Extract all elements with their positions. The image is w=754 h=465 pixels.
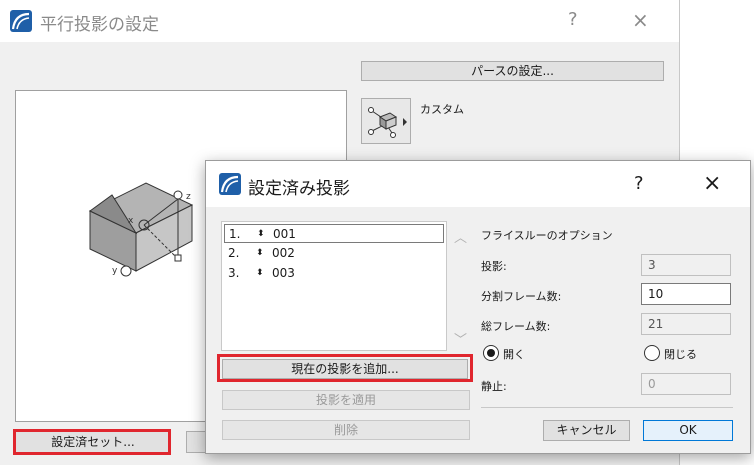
reorder-icon[interactable]: ⬍ bbox=[256, 244, 264, 263]
background-button-partial[interactable] bbox=[186, 431, 206, 453]
list-item[interactable]: 1. ⬍ 001 bbox=[224, 224, 444, 243]
total-frames-field: 21 bbox=[641, 313, 731, 335]
list-item-index: 2. bbox=[228, 246, 240, 260]
list-item[interactable]: 3. ⬍ 003 bbox=[224, 264, 444, 283]
camera-mode-button[interactable] bbox=[361, 98, 411, 144]
flythrough-options-heading: フライスルーのオプション bbox=[481, 229, 613, 242]
list-item[interactable]: 2. ⬍ 002 bbox=[224, 244, 444, 263]
division-frames-label: 分割フレーム数: bbox=[481, 290, 562, 303]
divider bbox=[481, 407, 733, 408]
open-radio[interactable] bbox=[483, 345, 499, 361]
axis-x-label: x bbox=[128, 216, 134, 226]
projection-count-label: 投影: bbox=[481, 260, 507, 273]
open-radio-label[interactable]: 開く bbox=[503, 346, 525, 362]
axis-z-label: z bbox=[186, 192, 191, 202]
preset-sets-highlight bbox=[13, 429, 171, 455]
help-icon[interactable]: ? bbox=[634, 173, 644, 194]
background-title-bar: 平行投影の設定 ? × bbox=[0, 0, 679, 42]
dialog-title: 設定済み投影 bbox=[248, 179, 350, 199]
close-icon[interactable]: × bbox=[632, 8, 649, 32]
app-logo-icon bbox=[219, 173, 241, 195]
scroll-up-icon[interactable]: ︿ bbox=[454, 227, 467, 246]
delete-button[interactable]: 削除 bbox=[222, 420, 470, 440]
ok-button[interactable]: OK bbox=[643, 420, 733, 441]
app-logo-icon bbox=[10, 10, 32, 32]
reorder-icon[interactable]: ⬍ bbox=[257, 225, 265, 244]
axis-y-label: y bbox=[112, 266, 118, 276]
list-item-name: 003 bbox=[272, 266, 295, 280]
preset-projections-dialog: 設定済み投影 ? × 1. ⬍ 001 2. ⬍ 002 3. ⬍ 003 ︿ … bbox=[205, 160, 751, 454]
radio-selected-dot bbox=[487, 349, 495, 357]
camera-projection-icon bbox=[368, 107, 407, 138]
help-icon[interactable]: ? bbox=[568, 9, 578, 30]
add-current-highlight bbox=[217, 354, 473, 382]
stop-label: 静止: bbox=[481, 380, 507, 393]
projection-count-field: 3 bbox=[641, 254, 731, 276]
scroll-down-icon[interactable]: ﹀ bbox=[454, 329, 467, 348]
background-dialog-title: 平行投影の設定 bbox=[40, 15, 159, 35]
list-item-index: 3. bbox=[228, 266, 240, 280]
apply-projection-button[interactable]: 投影を適用 bbox=[222, 390, 470, 410]
reorder-icon[interactable]: ⬍ bbox=[256, 264, 264, 283]
projection-list[interactable]: 1. ⬍ 001 2. ⬍ 002 3. ⬍ 003 bbox=[221, 221, 447, 351]
list-item-name: 001 bbox=[273, 227, 296, 241]
close-icon[interactable]: × bbox=[703, 171, 721, 196]
total-frames-label: 総フレーム数: bbox=[481, 320, 551, 333]
cancel-button[interactable]: キャンセル bbox=[543, 420, 630, 441]
close-radio[interactable] bbox=[644, 345, 660, 361]
list-item-index: 1. bbox=[229, 227, 241, 241]
perspective-settings-button[interactable]: パースの設定... bbox=[361, 61, 664, 81]
division-frames-input[interactable]: 10 bbox=[641, 283, 731, 305]
close-radio-label[interactable]: 閉じる bbox=[664, 346, 697, 362]
list-item-name: 002 bbox=[272, 246, 295, 260]
dialog-title-bar: 設定済み投影 ? × bbox=[206, 161, 750, 207]
stop-field: 0 bbox=[641, 373, 731, 395]
camera-mode-label: カスタム bbox=[420, 103, 464, 116]
